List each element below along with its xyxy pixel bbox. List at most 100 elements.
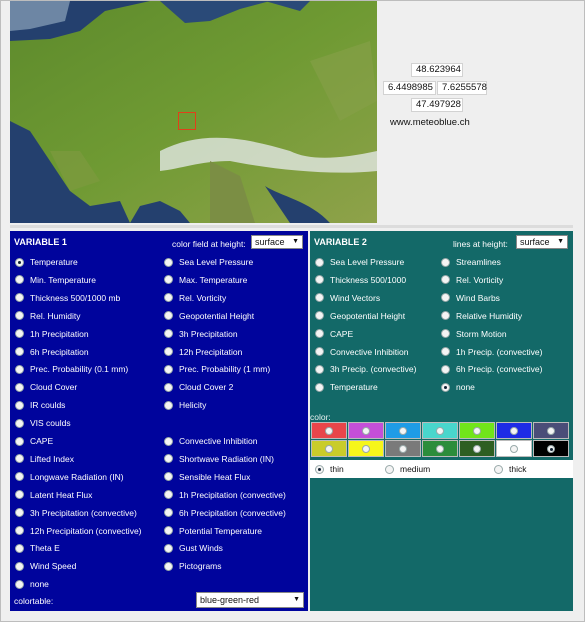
color-swatch[interactable]	[459, 440, 495, 457]
variable2-radio-rel-vorticity[interactable]: Rel. Vorticity	[441, 273, 503, 287]
variable2-radio-sea-level-pressure[interactable]: Sea Level Pressure	[315, 255, 404, 269]
variable1-radio-none[interactable]: none	[15, 577, 49, 591]
color-label: color:	[310, 412, 331, 422]
thickness-radio-thick[interactable]: thick	[494, 462, 526, 476]
radio-label: thick	[509, 464, 527, 474]
radio-label: Convective Inhibition	[330, 346, 409, 357]
variable2-radio-wind-barbs[interactable]: Wind Barbs	[441, 291, 500, 305]
radio-label: Storm Motion	[456, 328, 507, 339]
radio-unchecked-icon	[15, 561, 24, 571]
color-swatch[interactable]	[311, 440, 347, 457]
radio-unchecked-icon	[15, 490, 24, 500]
variable1-radio-12h-precipitation[interactable]: 12h Precipitation	[164, 345, 242, 359]
color-swatch[interactable]	[311, 422, 347, 439]
radio-unchecked-icon	[15, 579, 24, 589]
radio-unchecked-icon	[315, 329, 324, 339]
variable1-radio-1h-precipitation[interactable]: 1h Precipitation	[15, 327, 89, 341]
variable2-radio-thickness-500-1000[interactable]: Thickness 500/1000	[315, 273, 406, 287]
variable2-radio-wind-vectors[interactable]: Wind Vectors	[315, 291, 380, 305]
variable1-radio-3h-precipitation-convective[interactable]: 3h Precipitation (convective)	[15, 506, 137, 520]
variable2-radio-streamlines[interactable]: Streamlines	[441, 255, 501, 269]
variable1-radio-sensible-heat-flux[interactable]: Sensible Heat Flux	[164, 470, 250, 484]
color-swatch[interactable]	[385, 440, 421, 457]
variable2-radio-cape[interactable]: CAPE	[315, 327, 353, 341]
radio-unchecked-icon	[385, 464, 394, 474]
variable1-radio-6h-precipitation-convective[interactable]: 6h Precipitation (convective)	[164, 506, 286, 520]
variable1-height-select[interactable]: surface ▼	[251, 235, 303, 249]
variable1-radio-prec-probability-0-1-mm[interactable]: Prec. Probability (0.1 mm)	[15, 362, 128, 376]
variable1-radio-cape[interactable]: CAPE	[15, 434, 53, 448]
color-swatch[interactable]	[533, 422, 569, 439]
radio-label: Rel. Vorticity	[179, 292, 227, 303]
variable1-radio-1h-precipitation-convective[interactable]: 1h Precipitation (convective)	[164, 488, 286, 502]
variable1-radio-cloud-cover-2[interactable]: Cloud Cover 2	[164, 380, 233, 394]
radio-label: IR coulds	[30, 400, 66, 411]
satellite-map[interactable]	[10, 1, 377, 223]
variable1-radio-wind-speed[interactable]: Wind Speed	[15, 559, 76, 573]
radio-label: Min. Temperature	[30, 274, 96, 285]
variable2-radio-3h-precip-convective[interactable]: 3h Precip. (convective)	[315, 362, 416, 376]
radio-unchecked-icon	[315, 275, 324, 285]
radio-label: CAPE	[30, 436, 54, 446]
radio-unchecked-icon	[547, 426, 555, 435]
selection-box[interactable]	[178, 112, 196, 130]
variable1-radio-rel-vorticity[interactable]: Rel. Vorticity	[164, 291, 226, 305]
variable1-radio-3h-precipitation[interactable]: 3h Precipitation	[164, 327, 238, 341]
variable1-radio-potential-temperature[interactable]: Potential Temperature	[164, 524, 262, 538]
color-swatch[interactable]	[422, 422, 458, 439]
variable1-radio-pictograms[interactable]: Pictograms	[164, 559, 222, 573]
color-swatch[interactable]	[385, 422, 421, 439]
variable1-radio-prec-probability-1-mm[interactable]: Prec. Probability (1 mm)	[164, 362, 270, 376]
variable2-radio-storm-motion[interactable]: Storm Motion	[441, 327, 507, 341]
variable1-radio-vis-coulds[interactable]: VIS coulds	[15, 416, 71, 430]
thickness-radio-medium[interactable]: medium	[385, 462, 430, 476]
colortable-select[interactable]: blue-green-red ▼	[196, 592, 304, 608]
variable1-radio-12h-precipitation-convective[interactable]: 12h Precipitation (convective)	[15, 524, 142, 538]
color-swatch[interactable]	[422, 440, 458, 457]
variable1-radio-longwave-radiation-in[interactable]: Longwave Radiation (IN)	[15, 470, 124, 484]
color-swatch[interactable]	[533, 440, 569, 457]
variable1-radio-geopotential-height[interactable]: Geopotential Height	[164, 309, 254, 323]
west-longitude-field[interactable]: 6.4498985	[383, 81, 436, 95]
variable1-radio-max-temperature[interactable]: Max. Temperature	[164, 273, 247, 287]
radio-label: CAPE	[330, 328, 354, 339]
radio-label: 1h Precipitation	[30, 328, 89, 339]
variable1-radio-thickness-500-1000-mb[interactable]: Thickness 500/1000 mb	[15, 291, 120, 305]
radio-unchecked-icon	[15, 418, 24, 428]
variable2-radio-none[interactable]: none	[441, 380, 475, 394]
variable1-radio-latent-heat-flux[interactable]: Latent Heat Flux	[15, 488, 92, 502]
variable1-radio-temperature[interactable]: Temperature	[15, 255, 78, 269]
variable2-radio-temperature[interactable]: Temperature	[315, 380, 378, 394]
variable2-radio-convective-inhibition[interactable]: Convective Inhibition	[315, 345, 408, 359]
variable1-radio-theta-e[interactable]: Theta E	[15, 541, 60, 555]
color-swatch[interactable]	[496, 440, 532, 457]
color-swatch[interactable]	[348, 422, 384, 439]
variable1-radio-lifted-index[interactable]: Lifted Index	[15, 452, 74, 466]
variable1-radio-helicity[interactable]: Helicity	[164, 398, 206, 412]
variable1-radio-convective-inhibition[interactable]: Convective Inhibition	[164, 434, 257, 448]
radio-label: 3h Precip. (convective)	[330, 364, 417, 375]
variable1-radio-sea-level-pressure[interactable]: Sea Level Pressure	[164, 255, 253, 269]
color-swatch[interactable]	[459, 422, 495, 439]
east-longitude-field[interactable]: 7.6255578	[437, 81, 487, 95]
south-latitude-field[interactable]: 47.497928	[411, 98, 463, 112]
variable1-radio-cloud-cover[interactable]: Cloud Cover	[15, 380, 77, 394]
thickness-radio-thin[interactable]: thin	[315, 462, 344, 476]
variable2-radio-6h-precip-convective[interactable]: 6h Precip. (convective)	[441, 362, 542, 376]
variable1-radio-rel-humidity[interactable]: Rel. Humidity	[15, 309, 81, 323]
variable1-radio-min-temperature[interactable]: Min. Temperature	[15, 273, 96, 287]
variable2-radio-relative-humidity[interactable]: Relative Humidity	[441, 309, 522, 323]
variable2-height-select[interactable]: surface ▼	[516, 235, 568, 249]
variable2-radio-1h-precip-convective[interactable]: 1h Precip. (convective)	[441, 345, 542, 359]
variable1-radio-6h-precipitation[interactable]: 6h Precipitation	[15, 345, 89, 359]
radio-label: Wind Barbs	[456, 292, 500, 303]
north-latitude-field[interactable]: 48.623964	[411, 63, 463, 77]
variable1-radio-shortwave-radiation-in[interactable]: Shortwave Radiation (IN)	[164, 452, 274, 466]
color-swatch[interactable]	[496, 422, 532, 439]
variable2-radio-geopotential-height[interactable]: Geopotential Height	[315, 309, 405, 323]
variable1-radio-ir-coulds[interactable]: IR coulds	[15, 398, 65, 412]
radio-unchecked-icon	[164, 508, 173, 518]
site-link[interactable]: www.meteoblue.ch	[390, 117, 470, 128]
variable1-radio-gust-winds[interactable]: Gust Winds	[164, 541, 223, 555]
color-swatch[interactable]	[348, 440, 384, 457]
